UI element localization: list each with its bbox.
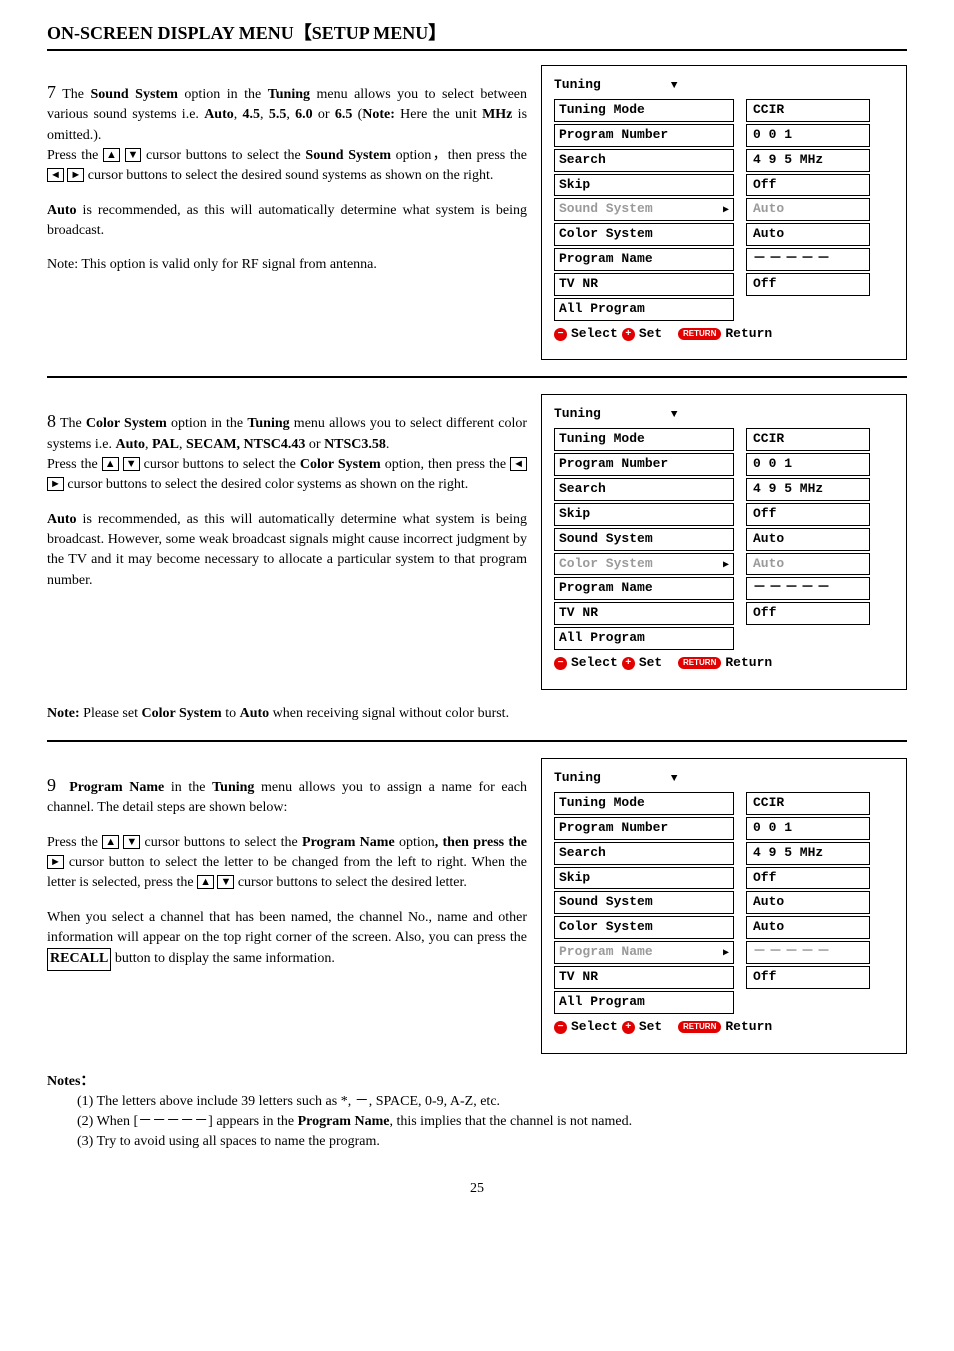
return-pill-icon: RETURN xyxy=(678,1021,721,1033)
menu-selection-icon xyxy=(723,200,729,219)
menu-cursor-down-icon xyxy=(671,77,678,92)
menu-selection-icon xyxy=(723,555,729,574)
up-arrow-icon: ▲ xyxy=(102,835,119,849)
up-arrow-icon: ▲ xyxy=(103,148,120,162)
step7-number: 7 xyxy=(47,82,56,102)
menu-panel-8: Tuning Tuning ModeCCIR Program Number0 0… xyxy=(541,394,907,689)
menu-panel-9: Tuning Tuning ModeCCIR Program Number0 0… xyxy=(541,758,907,1053)
return-pill-icon: RETURN xyxy=(678,657,721,669)
menu-selection-icon xyxy=(723,943,729,962)
step9-number: 9 xyxy=(47,775,56,795)
page-number: 25 xyxy=(47,1179,907,1199)
notes: Notes： (1) The letters above include 39 … xyxy=(47,1072,907,1153)
menu-cursor-down-icon xyxy=(671,406,678,421)
step8-number: 8 xyxy=(47,411,56,431)
down-arrow-icon: ▼ xyxy=(123,835,140,849)
down-arrow-icon: ▼ xyxy=(123,457,140,471)
page-title: ON-SCREEN DISPLAY MENU【SETUP MENU】 xyxy=(47,20,907,51)
right-arrow-icon: ► xyxy=(47,855,64,869)
step8-text: 8 The Color System option in the Tuning … xyxy=(47,394,527,604)
minus-icon: − xyxy=(554,1021,567,1034)
left-arrow-icon: ◄ xyxy=(510,457,527,471)
right-arrow-icon: ► xyxy=(47,477,64,491)
up-arrow-icon: ▲ xyxy=(102,457,119,471)
return-pill-icon: RETURN xyxy=(678,328,721,340)
down-arrow-icon: ▼ xyxy=(217,875,234,889)
plus-icon: + xyxy=(622,1021,635,1034)
divider xyxy=(47,376,907,378)
step9-text: 9 Program Name in the Tuning menu allows… xyxy=(47,758,527,984)
plus-icon: + xyxy=(622,657,635,670)
step7-note: Note: This option is valid only for RF s… xyxy=(47,255,527,275)
minus-icon: − xyxy=(554,328,567,341)
menu-cursor-down-icon xyxy=(671,770,678,785)
step7-text: 7 The Sound System option in the Tuning … xyxy=(47,65,527,289)
menu-panel-7: Tuning Tuning ModeCCIR Program Number0 0… xyxy=(541,65,907,360)
up-arrow-icon: ▲ xyxy=(197,875,214,889)
left-arrow-icon: ◄ xyxy=(47,168,64,182)
divider xyxy=(47,740,907,742)
step8-bottom-note: Note: Please set Color System to Auto wh… xyxy=(47,704,907,724)
right-arrow-icon: ► xyxy=(67,168,84,182)
minus-icon: − xyxy=(554,657,567,670)
recall-button-label: RECALL xyxy=(47,948,111,970)
plus-icon: + xyxy=(622,328,635,341)
down-arrow-icon: ▼ xyxy=(125,148,142,162)
